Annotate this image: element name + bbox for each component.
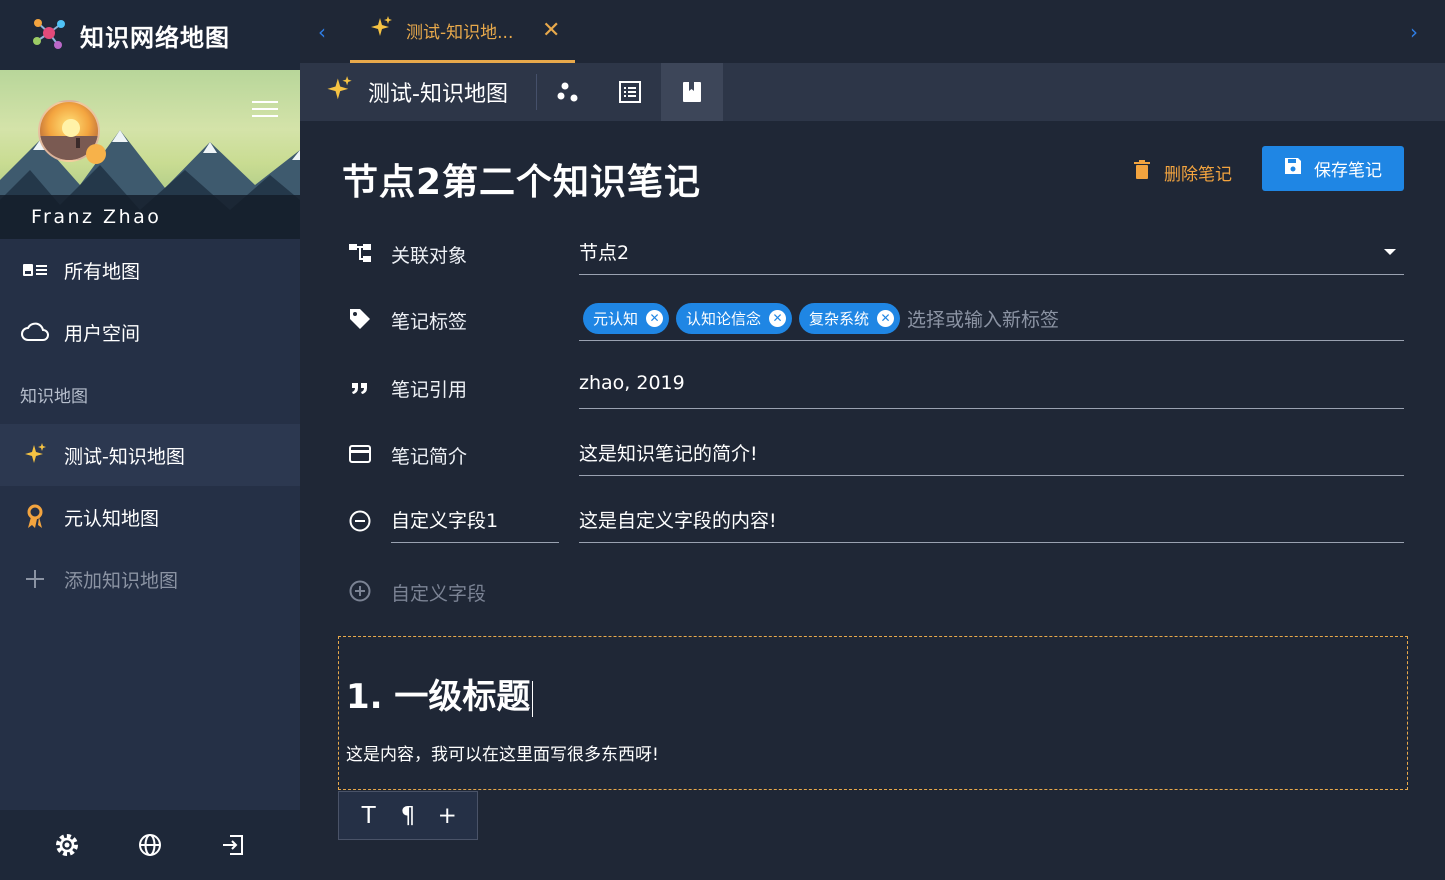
remove-tag-icon[interactable]: ✕ — [769, 310, 787, 327]
tab-scroll-right-icon[interactable]: › — [1410, 20, 1418, 44]
tag-chip[interactable]: 复杂系统 ✕ — [799, 303, 901, 334]
user-name: Franz Zhao — [0, 195, 300, 239]
sidebar-item-test-map[interactable]: 测试-知识地图 — [0, 424, 300, 486]
add-custom-field-label: 自定义字段 — [391, 583, 487, 605]
brand[interactable]: 知识网络地图 — [0, 0, 300, 70]
custom-field-name-input[interactable]: 自定义字段1 — [391, 499, 559, 543]
custom-field-value-input[interactable]: 这是自定义字段的内容! — [579, 499, 1404, 543]
tab-test-map[interactable]: 测试-知识地... ✕ — [350, 0, 575, 63]
graph-view-icon[interactable] — [537, 63, 599, 121]
section-label-maps: 知识地图 — [20, 387, 88, 407]
plus-icon — [20, 567, 50, 591]
tag-chip[interactable]: 元认知 ✕ — [583, 303, 670, 334]
add-custom-field-button[interactable]: 自定义字段 — [346, 569, 1404, 613]
insert-block-icon[interactable]: + — [433, 803, 461, 829]
editor-body[interactable]: 这是内容，我可以在这里面写很多东西呀! — [346, 740, 659, 765]
field-summary: 笔记简介 这是知识笔记的简介! — [346, 432, 1404, 476]
profile-banner: Franz Zhao — [0, 70, 300, 239]
sidebar-item-metacognition-map[interactable]: 元认知地图 — [0, 486, 300, 548]
sidebar-footer — [0, 810, 300, 880]
id-card-icon — [20, 258, 50, 282]
map-title: 测试-知识地图 — [368, 82, 508, 107]
quote-icon — [348, 375, 372, 399]
save-note-button[interactable]: 保存笔记 — [1262, 146, 1404, 191]
field-label: 笔记标签 — [391, 311, 468, 333]
editor-heading-text: 1. 一级标题 — [346, 677, 531, 717]
credit-card-icon — [348, 442, 372, 466]
gear-icon[interactable] — [53, 831, 81, 859]
tag-chip[interactable]: 认知论信念 ✕ — [676, 303, 793, 334]
sidebar-item-label: 测试-知识地图 — [64, 445, 185, 468]
menu-toggle-icon[interactable] — [252, 96, 278, 122]
note-title[interactable]: 节点2第二个知识笔记 — [342, 153, 701, 205]
summary-input[interactable]: 这是知识笔记的简介! — [579, 432, 1404, 476]
globe-icon[interactable] — [136, 831, 164, 859]
tag-chip-label: 元认知 — [593, 310, 639, 328]
editor-toolbar: T ¶ + — [338, 791, 478, 840]
citation-input[interactable]: zhao, 2019 — [579, 365, 1404, 409]
sidebar-item-label: 用户空间 — [64, 322, 141, 345]
floppy-disk-icon — [1284, 157, 1302, 180]
delete-note-label: 删除笔记 — [1164, 164, 1232, 185]
tag-chip-label: 复杂系统 — [809, 310, 870, 328]
tag-icon — [348, 307, 372, 331]
related-object-value: 节点2 — [579, 242, 630, 264]
tab-label: 测试-知识地... — [406, 22, 514, 43]
text-cursor — [532, 680, 534, 717]
paragraph-icon[interactable]: ¶ — [394, 803, 422, 829]
related-object-select[interactable]: 节点2 — [579, 231, 1404, 275]
close-icon[interactable]: ✕ — [542, 18, 560, 43]
tag-chip-label: 认知论信念 — [686, 310, 762, 328]
remove-tag-icon[interactable]: ✕ — [646, 310, 664, 327]
tab-scroll-left-icon[interactable]: ‹ — [318, 20, 326, 44]
map-toolbar: 测试-知识地图 — [300, 63, 1445, 121]
sidebar-item-all-maps[interactable]: 所有地图 — [0, 239, 300, 301]
status-dot — [86, 144, 106, 164]
remove-field-icon[interactable] — [348, 509, 372, 533]
sparkles-icon — [368, 15, 394, 45]
network-logo-icon — [30, 14, 68, 56]
tab-bar: ‹ 测试-知识地... ✕ › — [300, 0, 1445, 63]
sidebar: 知识网络地图 Franz Zhao 所有地图 用户空间 知识地图 测试-知识地图… — [0, 0, 300, 880]
sparkles-icon — [324, 75, 354, 109]
add-map-label: 添加知识地图 — [64, 569, 179, 592]
field-related-object: 关联对象 节点2 — [346, 231, 1404, 275]
field-custom: 自定义字段1 这是自定义字段的内容! — [346, 499, 1404, 543]
field-label: 关联对象 — [391, 245, 468, 267]
note-editor-panel: 节点2第二个知识笔记 删除笔记 保存笔记 关联对象 节点2 笔记标签 元认知 ✕ 认… — [300, 121, 1445, 880]
add-map-button[interactable]: 添加知识地图 — [0, 548, 300, 610]
sidebar-item-label: 元认知地图 — [64, 507, 160, 530]
text-format-icon[interactable]: T — [355, 803, 383, 829]
field-citation: 笔记引用 zhao, 2019 — [346, 365, 1404, 409]
field-tags: 笔记标签 元认知 ✕ 认知论信念 ✕ 复杂系统 ✕ 选择或输入新标签 — [346, 297, 1404, 341]
field-label: 笔记引用 — [391, 379, 468, 401]
trash-icon — [1134, 159, 1150, 185]
note-view-icon[interactable] — [660, 63, 723, 121]
save-note-label: 保存笔记 — [1314, 161, 1382, 181]
sidebar-item-user-space[interactable]: 用户空间 — [0, 301, 300, 363]
sitemap-icon — [348, 241, 372, 265]
field-label: 笔记简介 — [391, 446, 468, 468]
logout-icon[interactable] — [219, 831, 247, 859]
delete-note-button[interactable]: 删除笔记 — [1134, 154, 1232, 190]
sparkles-icon — [20, 443, 50, 467]
remove-tag-icon[interactable]: ✕ — [877, 310, 895, 327]
rich-text-editor[interactable]: 1. 一级标题 这是内容，我可以在这里面写很多东西呀! — [338, 636, 1408, 790]
chevron-down-icon — [1384, 249, 1396, 255]
new-tag-placeholder[interactable]: 选择或输入新标签 — [907, 305, 1059, 332]
add-circle-icon — [348, 579, 372, 603]
cloud-icon — [20, 320, 50, 344]
app-title: 知识网络地图 — [80, 23, 230, 52]
sidebar-item-label: 所有地图 — [64, 260, 141, 283]
tags-input[interactable]: 元认知 ✕ 认知论信念 ✕ 复杂系统 ✕ 选择或输入新标签 — [579, 297, 1404, 341]
ribbon-icon — [20, 504, 50, 529]
list-view-icon[interactable] — [599, 63, 661, 121]
editor-heading[interactable]: 1. 一级标题 — [346, 669, 534, 718]
